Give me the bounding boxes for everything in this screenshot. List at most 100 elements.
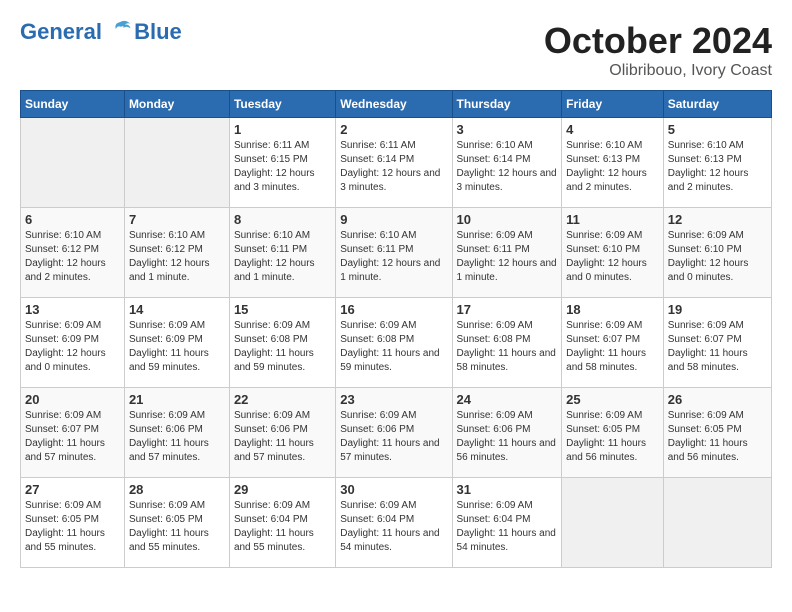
title-area: October 2024 Olibribouo, Ivory Coast	[544, 20, 772, 80]
day-info: Sunrise: 6:09 AM Sunset: 6:10 PM Dayligh…	[566, 229, 659, 285]
calendar-cell: 12 Sunrise: 6:09 AM Sunset: 6:10 PM Dayli…	[663, 208, 771, 298]
calendar-cell: 17 Sunrise: 6:09 AM Sunset: 6:08 PM Dayli…	[452, 298, 562, 388]
header-tuesday: Tuesday	[229, 91, 335, 118]
day-info: Sunrise: 6:11 AM Sunset: 6:14 PM Dayligh…	[340, 139, 447, 195]
calendar-cell: 31Sunrise: 6:09 AM Sunset: 6:04 PM Dayli…	[452, 478, 562, 568]
calendar-cell: 18 Sunrise: 6:09 AM Sunset: 6:07 PM Dayli…	[562, 298, 664, 388]
day-info: Sunrise: 6:09 AM Sunset: 6:07 PM Dayligh…	[566, 319, 659, 375]
calendar-cell: 15 Sunrise: 6:09 AM Sunset: 6:08 PM Dayli…	[229, 298, 335, 388]
day-number: 12	[668, 212, 767, 227]
day-number: 16	[340, 302, 447, 317]
day-info: Sunrise: 6:10 AM Sunset: 6:11 PM Dayligh…	[234, 229, 331, 285]
calendar-cell: 20 Sunrise: 6:09 AM Sunset: 6:07 PM Dayli…	[21, 388, 125, 478]
day-info: Sunrise: 6:10 AM Sunset: 6:13 PM Dayligh…	[668, 139, 767, 195]
day-info: Sunrise: 6:09 AM Sunset: 6:05 PM Dayligh…	[129, 499, 225, 555]
calendar-week-3: 13 Sunrise: 6:09 AM Sunset: 6:09 PM Dayli…	[21, 298, 772, 388]
day-info: Sunrise: 6:09 AM Sunset: 6:05 PM Dayligh…	[668, 409, 767, 465]
day-number: 31	[457, 482, 558, 497]
day-info: Sunrise: 6:09 AM Sunset: 6:09 PM Dayligh…	[129, 319, 225, 375]
calendar-body: 1Sunrise: 6:11 AM Sunset: 6:15 PM Daylig…	[21, 118, 772, 568]
day-info: Sunrise: 6:09 AM Sunset: 6:06 PM Dayligh…	[340, 409, 447, 465]
day-number: 21	[129, 392, 225, 407]
day-number: 28	[129, 482, 225, 497]
calendar-cell: 13 Sunrise: 6:09 AM Sunset: 6:09 PM Dayli…	[21, 298, 125, 388]
day-number: 3	[457, 122, 558, 137]
day-info: Sunrise: 6:11 AM Sunset: 6:15 PM Dayligh…	[234, 139, 331, 195]
header-monday: Monday	[124, 91, 229, 118]
calendar-cell: 10Sunrise: 6:09 AM Sunset: 6:11 PM Dayli…	[452, 208, 562, 298]
day-number: 18	[566, 302, 659, 317]
day-info: Sunrise: 6:09 AM Sunset: 6:10 PM Dayligh…	[668, 229, 767, 285]
calendar-cell: 2 Sunrise: 6:11 AM Sunset: 6:14 PM Daylig…	[336, 118, 452, 208]
calendar-cell	[21, 118, 125, 208]
day-number: 8	[234, 212, 331, 227]
day-number: 13	[25, 302, 120, 317]
day-number: 9	[340, 212, 447, 227]
day-info: Sunrise: 6:09 AM Sunset: 6:08 PM Dayligh…	[340, 319, 447, 375]
day-info: Sunrise: 6:09 AM Sunset: 6:07 PM Dayligh…	[668, 319, 767, 375]
day-number: 5	[668, 122, 767, 137]
calendar-cell	[124, 118, 229, 208]
day-number: 15	[234, 302, 331, 317]
day-info: Sunrise: 6:09 AM Sunset: 6:06 PM Dayligh…	[129, 409, 225, 465]
calendar-table: Sunday Monday Tuesday Wednesday Thursday…	[20, 90, 772, 568]
day-number: 17	[457, 302, 558, 317]
day-number: 7	[129, 212, 225, 227]
calendar-cell: 26 Sunrise: 6:09 AM Sunset: 6:05 PM Dayli…	[663, 388, 771, 478]
day-number: 25	[566, 392, 659, 407]
calendar-cell: 7 Sunrise: 6:10 AM Sunset: 6:12 PM Daylig…	[124, 208, 229, 298]
header-sunday: Sunday	[21, 91, 125, 118]
calendar-cell: 5 Sunrise: 6:10 AM Sunset: 6:13 PM Daylig…	[663, 118, 771, 208]
calendar-cell: 24 Sunrise: 6:09 AM Sunset: 6:06 PM Dayli…	[452, 388, 562, 478]
day-info: Sunrise: 6:09 AM Sunset: 6:08 PM Dayligh…	[457, 319, 558, 375]
logo-text-general: General	[20, 19, 102, 44]
page-header: General Blue October 2024 Olibribouo, Iv…	[20, 20, 772, 80]
header-wednesday: Wednesday	[336, 91, 452, 118]
day-info: Sunrise: 6:10 AM Sunset: 6:11 PM Dayligh…	[340, 229, 447, 285]
day-number: 24	[457, 392, 558, 407]
calendar-cell: 22Sunrise: 6:09 AM Sunset: 6:06 PM Dayli…	[229, 388, 335, 478]
calendar-cell: 27 Sunrise: 6:09 AM Sunset: 6:05 PM Dayli…	[21, 478, 125, 568]
day-info: Sunrise: 6:09 AM Sunset: 6:06 PM Dayligh…	[457, 409, 558, 465]
header-thursday: Thursday	[452, 91, 562, 118]
calendar-cell: 29Sunrise: 6:09 AM Sunset: 6:04 PM Dayli…	[229, 478, 335, 568]
day-number: 2	[340, 122, 447, 137]
calendar-cell: 23 Sunrise: 6:09 AM Sunset: 6:06 PM Dayli…	[336, 388, 452, 478]
day-number: 4	[566, 122, 659, 137]
day-info: Sunrise: 6:10 AM Sunset: 6:12 PM Dayligh…	[129, 229, 225, 285]
day-info: Sunrise: 6:09 AM Sunset: 6:07 PM Dayligh…	[25, 409, 120, 465]
calendar-cell: 16 Sunrise: 6:09 AM Sunset: 6:08 PM Dayli…	[336, 298, 452, 388]
calendar-cell	[663, 478, 771, 568]
calendar-cell: 11Sunrise: 6:09 AM Sunset: 6:10 PM Dayli…	[562, 208, 664, 298]
calendar-cell: 14 Sunrise: 6:09 AM Sunset: 6:09 PM Dayli…	[124, 298, 229, 388]
calendar-cell: 19Sunrise: 6:09 AM Sunset: 6:07 PM Dayli…	[663, 298, 771, 388]
day-info: Sunrise: 6:10 AM Sunset: 6:12 PM Dayligh…	[25, 229, 120, 285]
day-info: Sunrise: 6:09 AM Sunset: 6:09 PM Dayligh…	[25, 319, 120, 375]
day-info: Sunrise: 6:10 AM Sunset: 6:14 PM Dayligh…	[457, 139, 558, 195]
calendar-cell: 4 Sunrise: 6:10 AM Sunset: 6:13 PM Daylig…	[562, 118, 664, 208]
calendar-cell: 25Sunrise: 6:09 AM Sunset: 6:05 PM Dayli…	[562, 388, 664, 478]
day-number: 23	[340, 392, 447, 407]
day-info: Sunrise: 6:09 AM Sunset: 6:04 PM Dayligh…	[340, 499, 447, 555]
calendar-cell: 1Sunrise: 6:11 AM Sunset: 6:15 PM Daylig…	[229, 118, 335, 208]
day-number: 20	[25, 392, 120, 407]
calendar-cell: 6 Sunrise: 6:10 AM Sunset: 6:12 PM Daylig…	[21, 208, 125, 298]
day-info: Sunrise: 6:09 AM Sunset: 6:08 PM Dayligh…	[234, 319, 331, 375]
day-info: Sunrise: 6:09 AM Sunset: 6:06 PM Dayligh…	[234, 409, 331, 465]
day-info: Sunrise: 6:09 AM Sunset: 6:05 PM Dayligh…	[25, 499, 120, 555]
logo-text-blue: Blue	[134, 19, 182, 44]
day-number: 14	[129, 302, 225, 317]
logo-bird-icon	[110, 18, 132, 40]
day-number: 27	[25, 482, 120, 497]
calendar-cell	[562, 478, 664, 568]
calendar-cell: 8 Sunrise: 6:10 AM Sunset: 6:11 PM Daylig…	[229, 208, 335, 298]
calendar-cell: 21 Sunrise: 6:09 AM Sunset: 6:06 PM Dayli…	[124, 388, 229, 478]
day-info: Sunrise: 6:10 AM Sunset: 6:13 PM Dayligh…	[566, 139, 659, 195]
day-info: Sunrise: 6:09 AM Sunset: 6:11 PM Dayligh…	[457, 229, 558, 285]
calendar-cell: 3 Sunrise: 6:10 AM Sunset: 6:14 PM Daylig…	[452, 118, 562, 208]
header-saturday: Saturday	[663, 91, 771, 118]
logo: General Blue	[20, 20, 182, 44]
day-number: 26	[668, 392, 767, 407]
calendar-subtitle: Olibribouo, Ivory Coast	[544, 62, 772, 80]
day-number: 6	[25, 212, 120, 227]
